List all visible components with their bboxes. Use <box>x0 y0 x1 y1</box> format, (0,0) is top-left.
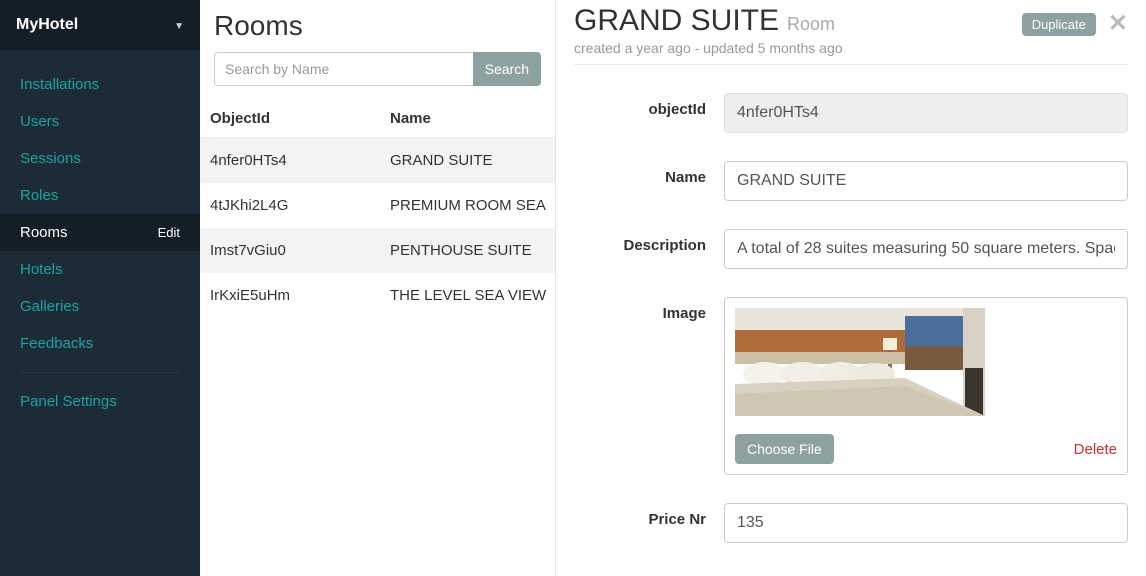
brand-name: MyHotel <box>16 16 78 34</box>
search-row: Search <box>214 52 541 86</box>
detail-header: GRAND SUITE Room created a year ago - up… <box>574 4 1128 65</box>
detail-panel: GRAND SUITE Room created a year ago - up… <box>556 0 1146 576</box>
sidebar-item-installations[interactable]: Installations <box>0 66 200 103</box>
sidebar-item-sessions[interactable]: Sessions <box>0 140 200 177</box>
field-image: Image <box>574 297 1128 475</box>
cell-objectid: 4tJKhi2L4G <box>200 183 380 228</box>
table-row[interactable]: Imst7vGiu0 PENTHOUSE SUITE <box>200 228 555 273</box>
sidebar-item-label: Roles <box>20 187 58 204</box>
sidebar-item-label: Feedbacks <box>20 335 93 352</box>
image-actions: Choose File Delete <box>735 434 1117 464</box>
detail-subtitle: created a year ago - updated 5 months ag… <box>574 40 843 56</box>
table-row[interactable]: 4nfer0HTs4 GRAND SUITE <box>200 138 555 184</box>
description-input[interactable] <box>724 229 1128 269</box>
cell-name: PREMIUM ROOM SEA <box>380 183 555 228</box>
sidebar-item-feedbacks[interactable]: Feedbacks <box>0 325 200 362</box>
cell-objectid: 4nfer0HTs4 <box>200 138 380 184</box>
detail-actions: Duplicate ✕ <box>1022 4 1128 36</box>
field-label: Name <box>574 161 724 186</box>
room-image <box>735 308 985 416</box>
sidebar-item-panel-settings[interactable]: Panel Settings <box>0 383 200 420</box>
sidebar-item-label: Panel Settings <box>20 393 117 410</box>
field-objectid: objectId <box>574 93 1128 133</box>
sidebar-item-edit[interactable]: Edit <box>158 225 180 240</box>
caret-down-icon: ▼ <box>174 21 184 32</box>
search-input[interactable] <box>214 52 473 86</box>
field-label: Price Nr <box>574 503 724 528</box>
field-name: Name <box>574 161 1128 201</box>
search-button[interactable]: Search <box>473 52 541 86</box>
field-description: Description <box>574 229 1128 269</box>
field-label: Description <box>574 229 724 254</box>
column-header-name[interactable]: Name <box>380 100 555 138</box>
detail-title-block: GRAND SUITE Room created a year ago - up… <box>574 4 843 56</box>
cell-name: PENTHOUSE SUITE <box>380 228 555 273</box>
sidebar-item-label: Rooms <box>20 224 68 241</box>
cell-objectid: IrKxiE5uHm <box>200 273 380 318</box>
field-price-nr: Price Nr <box>574 503 1128 543</box>
sidebar-item-rooms[interactable]: Rooms Edit <box>0 214 200 251</box>
sidebar: MyHotel ▼ Installations Users Sessions R… <box>0 0 200 576</box>
list-panel: Rooms Search ObjectId Name 4nfer0HTs4 GR… <box>200 0 556 576</box>
price-nr-input[interactable] <box>724 503 1128 543</box>
duplicate-button[interactable]: Duplicate <box>1022 13 1096 36</box>
detail-title: GRAND SUITE <box>574 4 779 38</box>
objectid-input <box>724 93 1128 133</box>
image-box: Choose File Delete <box>724 297 1128 475</box>
nav-divider <box>20 372 180 373</box>
sidebar-item-label: Hotels <box>20 261 63 278</box>
sidebar-item-galleries[interactable]: Galleries <box>0 288 200 325</box>
table-row[interactable]: IrKxiE5uHm THE LEVEL SEA VIEW <box>200 273 555 318</box>
sidebar-item-label: Sessions <box>20 150 81 167</box>
page-title: Rooms <box>214 10 541 42</box>
column-header-objectid[interactable]: ObjectId <box>200 100 380 138</box>
sidebar-item-roles[interactable]: Roles <box>0 177 200 214</box>
field-label: objectId <box>574 93 724 118</box>
rooms-table: ObjectId Name 4nfer0HTs4 GRAND SUITE 4tJ… <box>200 100 555 318</box>
sidebar-item-users[interactable]: Users <box>0 103 200 140</box>
cell-name: THE LEVEL SEA VIEW <box>380 273 555 318</box>
detail-type: Room <box>787 14 835 35</box>
sidebar-item-label: Users <box>20 113 59 130</box>
brand-dropdown[interactable]: MyHotel ▼ <box>0 0 200 50</box>
cell-name: GRAND SUITE <box>380 138 555 184</box>
delete-image-link[interactable]: Delete <box>1074 441 1117 458</box>
field-label: Image <box>574 297 724 322</box>
list-header: Rooms Search <box>200 0 555 100</box>
choose-file-button[interactable]: Choose File <box>735 434 834 464</box>
table-row[interactable]: 4tJKhi2L4G PREMIUM ROOM SEA <box>200 183 555 228</box>
close-icon[interactable]: ✕ <box>1108 12 1128 36</box>
sidebar-item-label: Galleries <box>20 298 79 315</box>
sidebar-item-label: Installations <box>20 76 99 93</box>
name-input[interactable] <box>724 161 1128 201</box>
cell-objectid: Imst7vGiu0 <box>200 228 380 273</box>
sidebar-nav: Installations Users Sessions Roles Rooms… <box>0 50 200 420</box>
sidebar-item-hotels[interactable]: Hotels <box>0 251 200 288</box>
